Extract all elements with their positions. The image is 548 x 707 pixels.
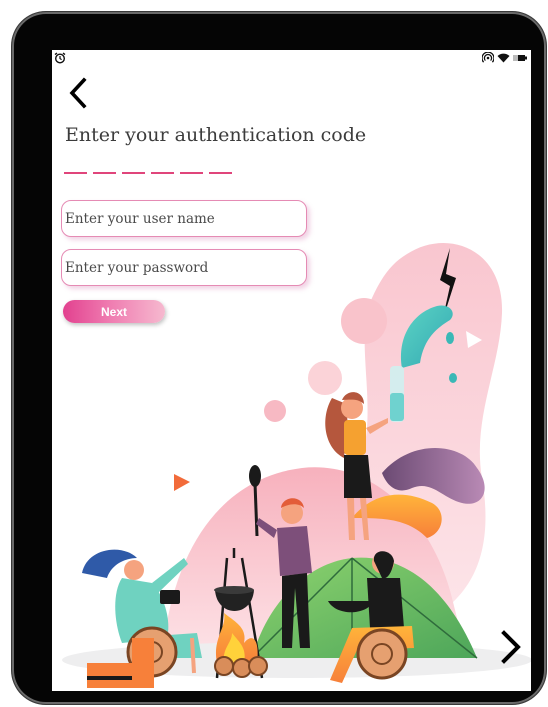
alarm-icon	[54, 52, 66, 64]
wifi-icon	[497, 53, 510, 62]
campfire-illustration	[62, 242, 531, 688]
app-screen: Enter your authentication code Next	[52, 50, 531, 691]
chevron-right-icon[interactable]	[497, 628, 525, 666]
code-digit-slot[interactable]	[122, 172, 145, 174]
page-title: Enter your authentication code	[65, 124, 367, 146]
code-digit-slot[interactable]	[93, 172, 116, 174]
hotspot-icon	[482, 52, 494, 63]
code-digit-slot[interactable]	[151, 172, 174, 174]
auth-code-input[interactable]	[64, 172, 232, 174]
code-digit-slot[interactable]	[64, 172, 87, 174]
tablet-frame: Enter your authentication code Next	[12, 12, 546, 704]
code-digit-slot[interactable]	[180, 172, 203, 174]
battery-icon	[513, 54, 527, 61]
status-bar	[52, 50, 531, 66]
code-digit-slot[interactable]	[209, 172, 232, 174]
status-icons	[482, 52, 527, 63]
chevron-left-icon[interactable]	[66, 76, 90, 110]
